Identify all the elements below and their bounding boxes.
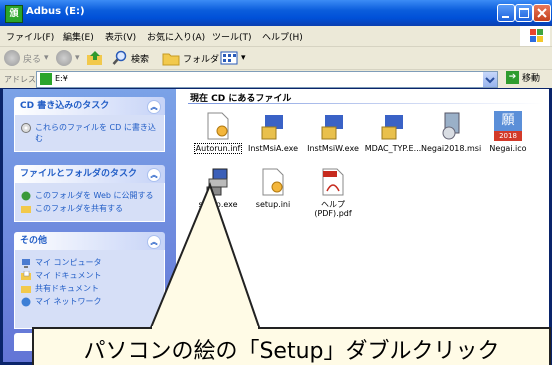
negai-2018-icon: 願 2018: [494, 111, 522, 141]
menu-tools[interactable]: ツール(T): [212, 30, 252, 43]
maximize-button[interactable]: [515, 4, 533, 22]
up-folder-button[interactable]: [86, 50, 104, 66]
toolbar: 戻る ▾ ▾ 検索 フォルダ ▾: [0, 47, 552, 70]
folders-button[interactable]: フォルダ: [162, 50, 219, 66]
menu-view[interactable]: 表示(V): [105, 30, 136, 43]
file-setup-ini[interactable]: setup.ini: [243, 167, 303, 209]
installer-icon: [319, 111, 347, 141]
file-mdac-typ-exe[interactable]: MDAC_TYP.E...: [363, 111, 423, 153]
other-places-header[interactable]: その他 ︽: [14, 232, 165, 250]
search-icon: [112, 50, 127, 65]
my-computer-link[interactable]: マイ コンピュータ: [21, 257, 158, 268]
file-instmsia-exe[interactable]: InstMsiA.exe: [243, 111, 303, 153]
cd-task-body: これらのファイルを CD に書き込む: [14, 115, 165, 152]
close-button[interactable]: [533, 4, 551, 22]
back-button[interactable]: 戻る ▾: [4, 50, 49, 66]
up-folder-icon: [87, 51, 102, 65]
share-folder-link[interactable]: このフォルダを共有する: [21, 203, 158, 214]
minimize-button[interactable]: [497, 4, 515, 22]
menu-file[interactable]: ファイル(F): [6, 30, 54, 43]
file-autorun-inf[interactable]: Autorun.inf: [188, 111, 248, 154]
main-area: CD 書き込みのタスク ︽ これらのファイルを CD に書き込む ファイルとフォ…: [3, 89, 549, 362]
file-folder-task-header[interactable]: ファイルとフォルダのタスク ︽: [14, 165, 165, 183]
installer-icon: [259, 111, 287, 141]
cd-task-panel: CD 書き込みのタスク ︽ これらのファイルを CD に書き込む: [14, 97, 165, 152]
go-button[interactable]: ➔ 移動: [506, 71, 540, 84]
my-documents-link[interactable]: マイ ドキュメント: [21, 270, 158, 281]
file-help-pdf[interactable]: ヘルプ (PDF).pdf: [303, 167, 363, 218]
menu-bar: ファイル(F) 編集(E) 表示(V) お気に入り(A) ツール(T) ヘルプ(…: [0, 26, 552, 47]
folder-icon: [21, 284, 31, 294]
settings-file-icon: [204, 111, 232, 141]
my-network-link[interactable]: マイ ネットワーク: [21, 296, 158, 307]
callout-joint: [152, 326, 258, 332]
globe-icon: [21, 191, 31, 201]
file-view: 現在 CD にあるファイル Autorun.inf InstMsiA.exe I…: [188, 89, 548, 362]
cd-task-header[interactable]: CD 書き込みのタスク ︽: [14, 97, 165, 115]
heading-divider: [188, 103, 543, 104]
installer-icon: [379, 111, 407, 141]
shared-documents-link[interactable]: 共有ドキュメント: [21, 283, 158, 294]
setup-computer-icon: [204, 167, 232, 197]
task-pane: CD 書き込みのタスク ︽ これらのファイルを CD に書き込む ファイルとフォ…: [3, 89, 176, 362]
shared-folder-icon: [21, 204, 31, 214]
go-arrow-icon: ➔: [506, 71, 519, 84]
address-value: E:¥: [55, 74, 68, 83]
windows-logo-icon: [520, 26, 550, 46]
settings-file-icon: [259, 167, 287, 197]
file-folder-task-body: このフォルダを Web に公開する このフォルダを共有する: [14, 183, 165, 222]
burn-cd-link[interactable]: これらのファイルを CD に書き込む: [21, 122, 158, 144]
file-negai-ico[interactable]: 願 2018 Negai.ico: [478, 111, 538, 153]
menu-help[interactable]: ヘルプ(H): [262, 30, 303, 43]
file-folder-task-panel: ファイルとフォルダのタスク ︽ このフォルダを Web に公開する このフォルダ…: [14, 165, 165, 222]
computer-icon: [21, 258, 31, 268]
instruction-callout: パソコンの絵の「Setup」ダブルクリック: [32, 327, 551, 365]
pdf-icon: [319, 167, 347, 197]
other-places-panel: その他 ︽ マイ コンピュータ マイ ドキュメント 共有ドキュメント マイ ネッ…: [14, 232, 165, 329]
file-negai2018-msi[interactable]: Negai2018.msi: [421, 111, 481, 153]
views-grid-icon: [220, 51, 238, 65]
network-icon: [21, 297, 31, 307]
explorer-window: 頒 Adbus (E:) ファイル(F) 編集(E) 表示(V) お気に入り(A…: [0, 0, 552, 365]
collapse-icon[interactable]: ︽: [147, 235, 161, 249]
address-input[interactable]: E:¥: [36, 71, 498, 88]
drive-icon: [40, 73, 52, 85]
app-icon: 頒: [5, 5, 23, 23]
forward-button[interactable]: ▾: [56, 50, 80, 66]
other-places-body: マイ コンピュータ マイ ドキュメント 共有ドキュメント マイ ネットワーク: [14, 250, 165, 329]
address-bar: アドレス(D) E:¥ ➔ 移動: [0, 70, 552, 88]
cd-burn-icon: [21, 123, 31, 133]
chevron-down-icon: [485, 77, 495, 84]
documents-folder-icon: [21, 270, 31, 281]
title-bar[interactable]: 頒 Adbus (E:): [0, 0, 552, 26]
file-setup-exe[interactable]: setup.exe: [188, 167, 248, 209]
search-button[interactable]: 検索: [112, 50, 149, 66]
callout-text: パソコンの絵の「Setup」ダブルクリック: [83, 339, 500, 364]
menu-favorites[interactable]: お気に入り(A): [147, 30, 205, 43]
close-icon: [537, 8, 547, 18]
folder-icon: [162, 53, 180, 66]
file-instmsiw-exe[interactable]: InstMsiW.exe: [303, 111, 363, 153]
menu-edit[interactable]: 編集(E): [63, 30, 94, 43]
msi-package-icon: [437, 111, 465, 141]
publish-web-link[interactable]: このフォルダを Web に公開する: [21, 190, 158, 201]
back-arrow-icon: [4, 50, 20, 66]
forward-arrow-icon: [56, 50, 72, 66]
collapse-icon[interactable]: ︽: [147, 168, 161, 182]
window-title: Adbus (E:): [26, 6, 85, 17]
views-button[interactable]: ▾: [220, 50, 246, 66]
address-dropdown-button[interactable]: [483, 72, 497, 87]
collapse-icon[interactable]: ︽: [147, 100, 161, 114]
